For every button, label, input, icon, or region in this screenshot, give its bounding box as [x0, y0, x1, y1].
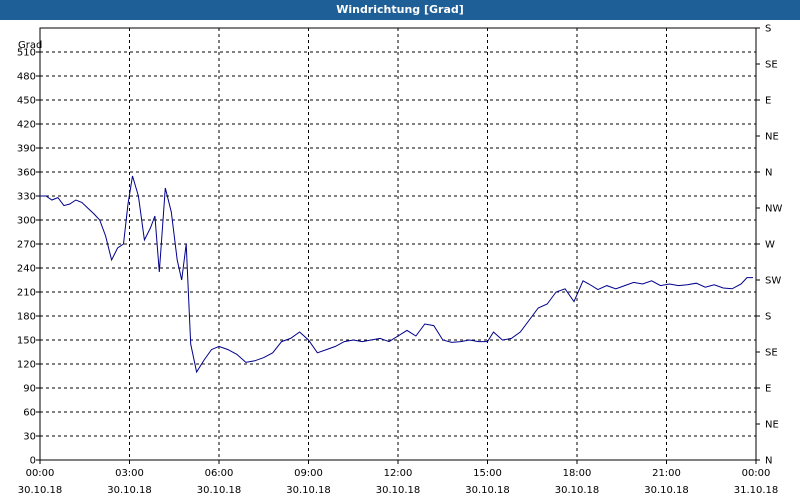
- x-tick-date-label: 30.10.18: [465, 485, 510, 496]
- x-tick-time-label: 03:00: [115, 468, 144, 479]
- chart-title: Windrichtung [Grad]: [0, 0, 800, 20]
- y-tick-label: 300: [17, 216, 36, 227]
- y-tick-label: 510: [17, 48, 36, 59]
- chart-area: Grad 0 30 60 90 120 150 180 210 240 270 300 330 360 3…: [0, 20, 800, 500]
- y-tick-label: 390: [17, 144, 36, 155]
- y-tick-label: 240: [17, 264, 36, 275]
- compass-label: NE: [765, 420, 779, 431]
- x-tick-date-label: 30.10.18: [107, 485, 152, 496]
- x-tick-time-label: 09:00: [294, 468, 323, 479]
- compass-label: E: [765, 384, 771, 395]
- y-tick-label: 150: [17, 336, 36, 347]
- y-tick-label: 270: [17, 240, 36, 251]
- y-tick-label: 420: [17, 120, 36, 131]
- x-tick-time-label: 06:00: [205, 468, 234, 479]
- x-tick-date-label: 30.10.18: [376, 485, 421, 496]
- y-tick-label: 30: [23, 432, 36, 443]
- x-tick-date-label: 30.10.18: [286, 485, 331, 496]
- compass-label: N: [765, 456, 772, 467]
- y-tick-label: 0: [30, 456, 36, 467]
- compass-label: E: [765, 96, 771, 107]
- compass-label: S: [765, 24, 771, 35]
- y-tick-label: 360: [17, 168, 36, 179]
- x-tick-date-label: 30.10.18: [555, 485, 600, 496]
- x-tick-time-label: 00:00: [26, 468, 55, 479]
- x-tick-time-label: 15:00: [473, 468, 502, 479]
- y-tick-label: 60: [23, 408, 36, 419]
- y-tick-label: 120: [17, 360, 36, 371]
- compass-label: NE: [765, 132, 779, 143]
- x-tick-date-label: 30.10.18: [644, 485, 689, 496]
- y-tick-label: 450: [17, 96, 36, 107]
- compass-label: N: [765, 168, 772, 179]
- x-tick-date-label: 30.10.18: [197, 485, 242, 496]
- compass-label: SE: [765, 60, 778, 71]
- compass-label: SE: [765, 348, 778, 359]
- x-tick-time-label: 21:00: [652, 468, 681, 479]
- y-tick-label: 180: [17, 312, 36, 323]
- x-tick-time-label: 18:00: [563, 468, 592, 479]
- compass-label: S: [765, 312, 771, 323]
- x-tick-time-label: 00:00: [742, 468, 771, 479]
- x-tick-date-label: 30.10.18: [18, 485, 63, 496]
- compass-label: NW: [765, 204, 782, 215]
- compass-label: W: [765, 240, 775, 251]
- y-tick-label: 330: [17, 192, 36, 203]
- wind-direction-chart: Grad 03060901201501802102402703003303603…: [17, 24, 783, 497]
- y-tick-label: 480: [17, 72, 36, 83]
- compass-label: SW: [765, 276, 781, 287]
- x-tick-time-label: 12:00: [384, 468, 413, 479]
- y-tick-label: 210: [17, 288, 36, 299]
- wind-direction-line: [40, 175, 753, 374]
- x-tick-date-label: 31.10.18: [734, 485, 779, 496]
- y-tick-label: 90: [23, 384, 36, 395]
